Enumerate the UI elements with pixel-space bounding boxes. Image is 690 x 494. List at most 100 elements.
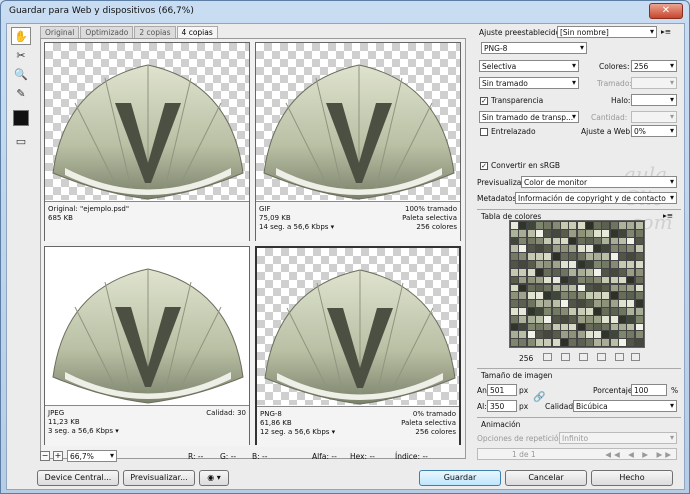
- color-swatch[interactable]: [560, 284, 568, 292]
- color-swatch[interactable]: [535, 222, 543, 229]
- color-swatch[interactable]: [619, 268, 627, 276]
- preview-pane-gif[interactable]: GIF 75,09 KB 14 seg. a 56,6 Kbps ▾ 100% tr…: [255, 42, 461, 242]
- color-swatch[interactable]: [560, 268, 568, 276]
- color-swatch[interactable]: [552, 276, 560, 284]
- color-swatch[interactable]: [619, 276, 627, 284]
- color-swatch[interactable]: [569, 245, 577, 253]
- color-swatch[interactable]: [527, 284, 535, 292]
- color-swatch[interactable]: [527, 339, 535, 346]
- map-color-icon[interactable]: [543, 353, 552, 361]
- color-swatch[interactable]: [602, 276, 610, 284]
- zoom-tool-icon[interactable]: 🔍: [11, 65, 31, 83]
- color-swatch[interactable]: [527, 253, 535, 261]
- color-swatch[interactable]: [635, 222, 643, 229]
- color-swatch[interactable]: [527, 331, 535, 339]
- color-swatch[interactable]: [602, 222, 610, 229]
- color-swatch[interactable]: [635, 268, 643, 276]
- color-swatch[interactable]: [560, 315, 568, 323]
- color-swatch[interactable]: [602, 323, 610, 331]
- color-swatch[interactable]: [619, 315, 627, 323]
- color-swatch[interactable]: [569, 268, 577, 276]
- web-snap-select[interactable]: 0%: [631, 125, 677, 137]
- color-swatch[interactable]: [552, 261, 560, 268]
- color-swatch[interactable]: [535, 331, 543, 339]
- color-swatch[interactable]: [602, 284, 610, 292]
- preview-select[interactable]: Color de monitor: [521, 176, 677, 188]
- color-swatch[interactable]: [519, 276, 527, 284]
- tab-2-up[interactable]: 2 copias: [134, 26, 176, 38]
- color-swatch[interactable]: [519, 323, 527, 331]
- hand-tool-icon[interactable]: ✋: [11, 27, 31, 45]
- color-swatch[interactable]: [552, 268, 560, 276]
- color-swatch[interactable]: [519, 300, 527, 307]
- color-swatch[interactable]: [602, 253, 610, 261]
- color-swatch[interactable]: [519, 292, 527, 300]
- dither-amount-field[interactable]: [631, 77, 677, 89]
- color-swatch[interactable]: [627, 245, 635, 253]
- color-swatch[interactable]: [594, 276, 602, 284]
- color-swatch[interactable]: [619, 245, 627, 253]
- color-swatch[interactable]: [544, 307, 552, 315]
- color-swatch[interactable]: [569, 307, 577, 315]
- transparency-dither-select[interactable]: Sin tramado de transp...: [479, 111, 579, 123]
- color-swatch[interactable]: [602, 245, 610, 253]
- zoom-in-button[interactable]: +: [53, 451, 63, 461]
- color-swatch[interactable]: [619, 284, 627, 292]
- color-swatch[interactable]: [627, 323, 635, 331]
- color-swatch[interactable]: [594, 229, 602, 237]
- color-swatch[interactable]: [585, 323, 593, 331]
- color-swatch[interactable]: [544, 237, 552, 245]
- color-swatch[interactable]: [544, 315, 552, 323]
- color-swatch[interactable]: [602, 237, 610, 245]
- color-swatch[interactable]: [602, 300, 610, 307]
- color-swatch[interactable]: [577, 307, 585, 315]
- color-swatch[interactable]: [560, 339, 568, 346]
- color-swatch[interactable]: [610, 245, 618, 253]
- color-swatch[interactable]: [535, 237, 543, 245]
- color-swatch[interactable]: [511, 331, 518, 339]
- color-swatch[interactable]: [511, 229, 518, 237]
- color-swatch[interactable]: [511, 245, 518, 253]
- lock-color-icon[interactable]: [579, 353, 588, 361]
- color-swatch[interactable]: [635, 307, 643, 315]
- new-color-icon[interactable]: [615, 353, 624, 361]
- color-swatch[interactable]: [569, 284, 577, 292]
- colors-select[interactable]: 256: [631, 60, 677, 72]
- color-swatch[interactable]: [544, 323, 552, 331]
- color-swatch[interactable]: [619, 323, 627, 331]
- preview-button[interactable]: Previsualizar...: [123, 470, 195, 486]
- color-swatch[interactable]: [552, 331, 560, 339]
- color-swatch[interactable]: [544, 253, 552, 261]
- color-swatch[interactable]: [527, 307, 535, 315]
- trash-icon[interactable]: [631, 353, 640, 361]
- color-swatch[interactable]: [635, 323, 643, 331]
- color-swatch[interactable]: [635, 229, 643, 237]
- color-swatch[interactable]: [535, 229, 543, 237]
- color-swatch[interactable]: [519, 331, 527, 339]
- color-swatch[interactable]: [635, 315, 643, 323]
- color-swatch[interactable]: [560, 307, 568, 315]
- color-swatch[interactable]: [535, 307, 543, 315]
- color-swatch[interactable]: [602, 307, 610, 315]
- color-swatch[interactable]: [535, 261, 543, 268]
- color-swatch[interactable]: [610, 323, 618, 331]
- pane-download-time[interactable]: 12 seg. a 56,6 Kbps ▾: [260, 428, 335, 437]
- color-swatch[interactable]: [602, 261, 610, 268]
- resample-select[interactable]: Bicúbica: [573, 400, 677, 412]
- color-swatch[interactable]: [635, 276, 643, 284]
- format-select[interactable]: PNG-8: [481, 42, 587, 54]
- color-swatch[interactable]: [527, 268, 535, 276]
- preset-select[interactable]: [Sin nombre]: [557, 26, 657, 38]
- color-swatch[interactable]: [602, 229, 610, 237]
- color-swatch[interactable]: [519, 229, 527, 237]
- preview-pane-jpeg[interactable]: JPEG 11,23 KB 3 seg. a 56,6 Kbps ▾ Calidad…: [44, 246, 250, 446]
- color-swatch[interactable]: [511, 315, 518, 323]
- color-swatch[interactable]: [577, 237, 585, 245]
- color-swatch[interactable]: [511, 284, 518, 292]
- color-swatch[interactable]: [610, 276, 618, 284]
- color-swatch[interactable]: [527, 222, 535, 229]
- color-swatch[interactable]: [594, 307, 602, 315]
- color-swatch[interactable]: [544, 284, 552, 292]
- interlaced-checkbox[interactable]: [480, 128, 488, 136]
- color-swatch[interactable]: [627, 315, 635, 323]
